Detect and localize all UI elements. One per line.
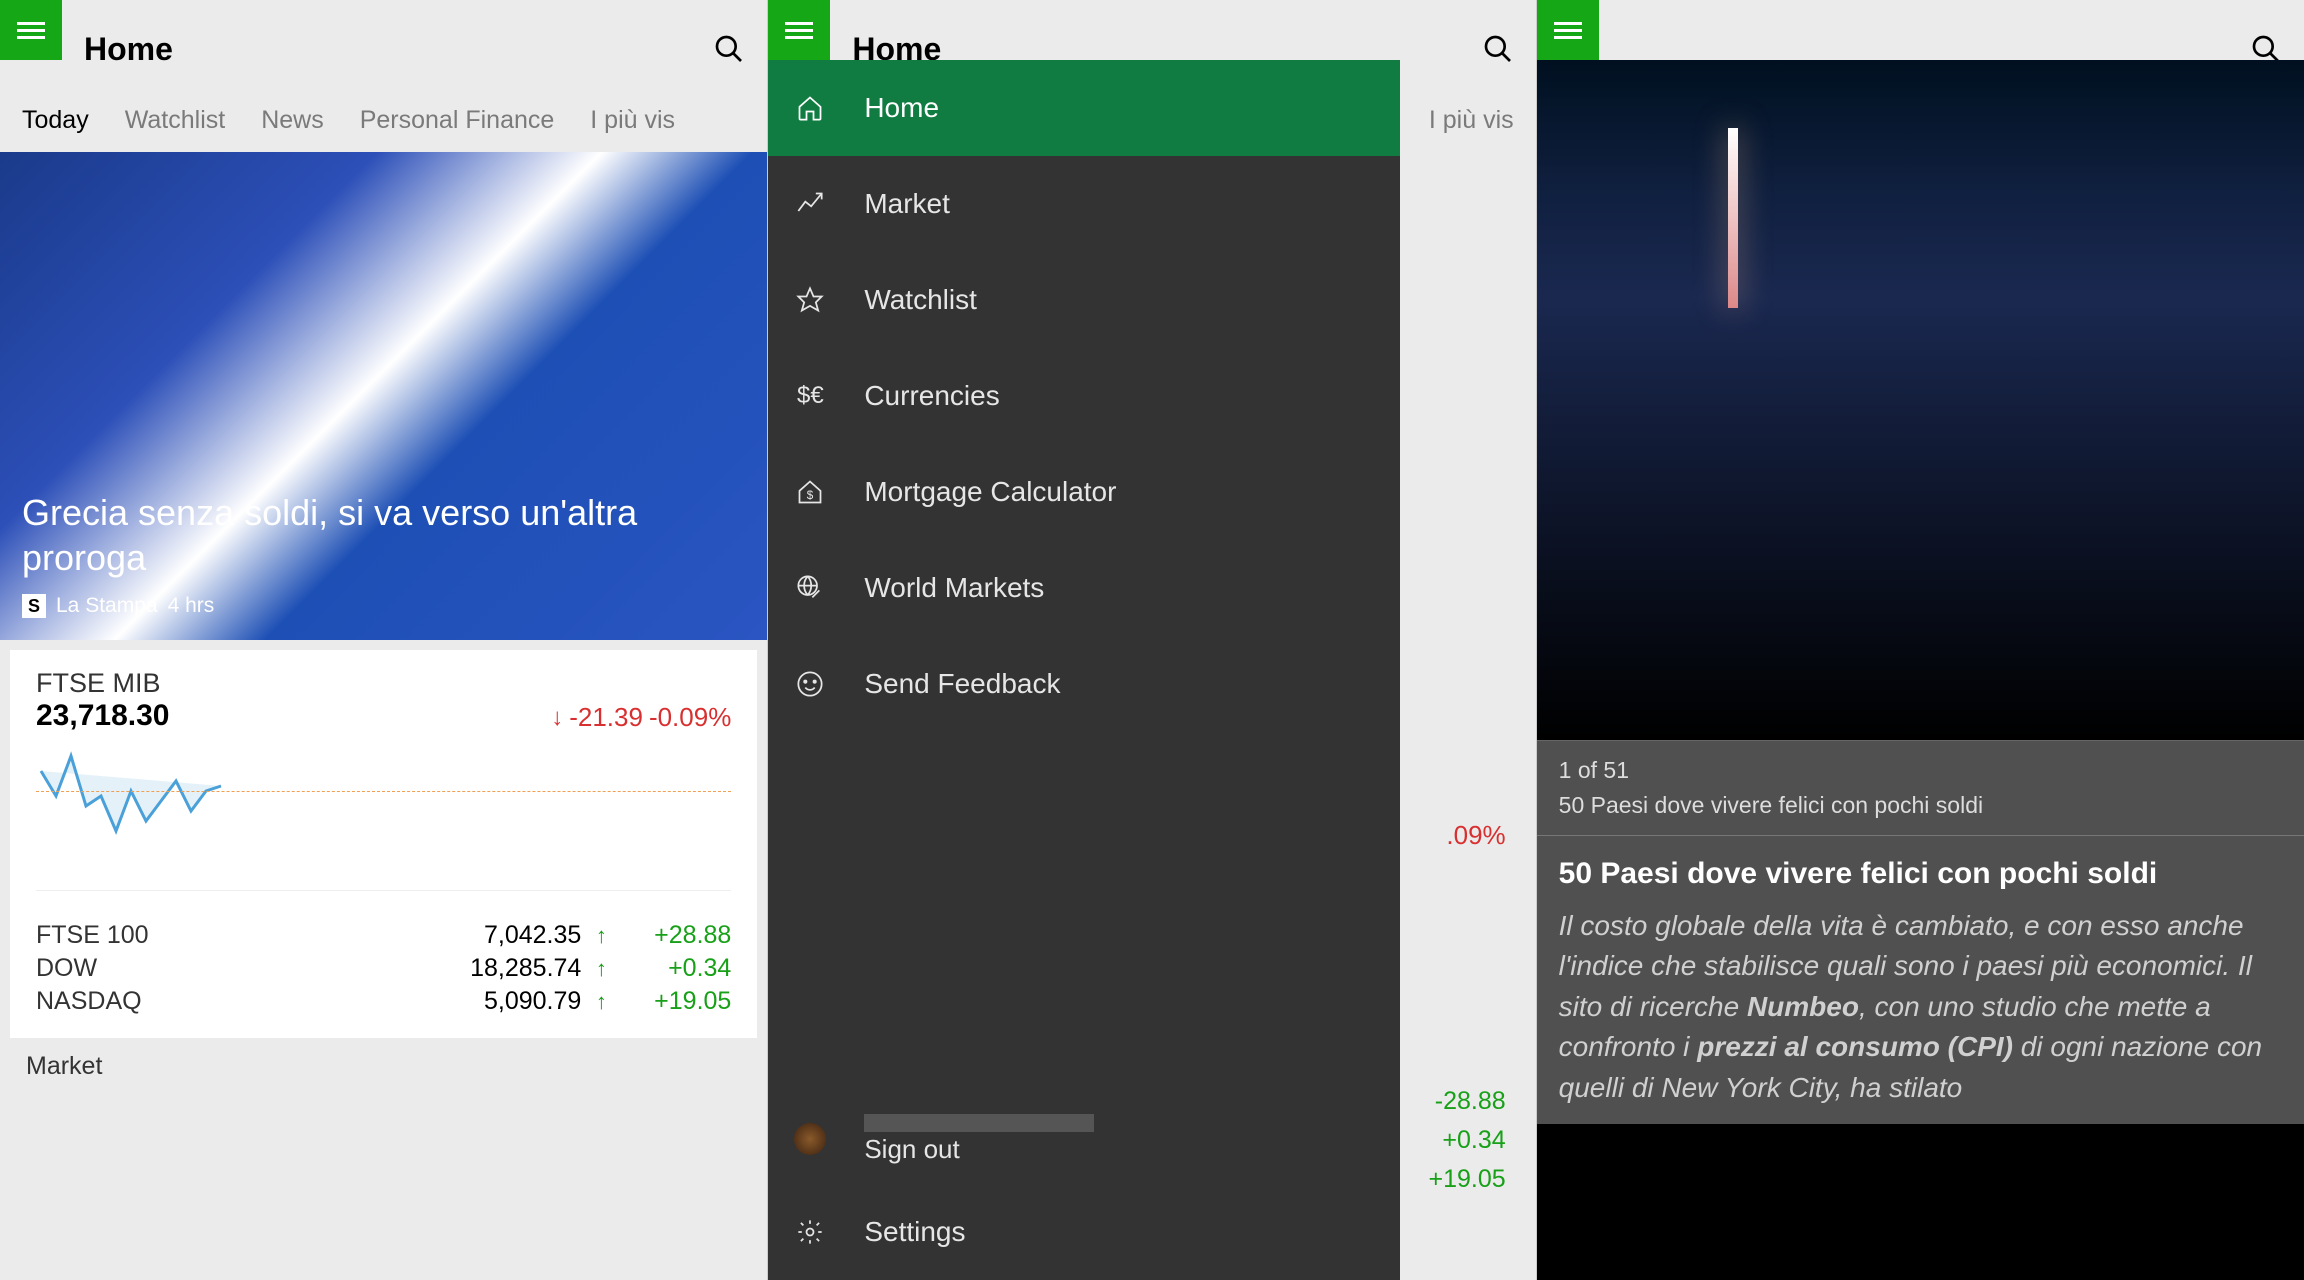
panel-article: 1 of 51 50 Paesi dove vivere felici con … [1537,0,2304,1280]
sidebar-item-feedback[interactable]: Send Feedback [768,636,1400,732]
article-title: 50 Paesi dove vivere felici con pochi so… [1559,852,2282,896]
sidebar-user[interactable]: Sign out [768,1094,1400,1184]
article-subtitle: 50 Paesi dove vivere felici con pochi so… [1559,792,2282,819]
panel-home: Home Today Watchlist News Personal Finan… [0,0,768,1280]
sidebar-item-label: Send Feedback [864,668,1060,700]
article-meta: 1 of 51 50 Paesi dove vivere felici con … [1537,740,2304,835]
market-row[interactable]: FTSE 100 7,042.35 ↑ +28.88 [36,921,731,950]
section-label: Market [0,1038,767,1081]
sidebar-item-label: Mortgage Calculator [864,476,1116,508]
header: Home [0,0,767,98]
sparkline [36,741,731,891]
sidebar-item-label: Watchlist [864,284,977,316]
source-icon: S [22,594,46,618]
sidebar-item-label: Currencies [864,380,999,412]
tab-news[interactable]: News [261,106,324,135]
arrow-up-icon: ↑ [581,956,621,982]
sidebar-item-label: Market [864,188,950,220]
hamburger-button[interactable] [0,0,62,60]
arrow-up-icon: ↑ [581,923,621,949]
star-icon [794,284,826,316]
peek-change: .09% [1446,820,1505,851]
currency-icon: $€ [794,380,826,412]
tab-bar: Today Watchlist News Personal Finance I … [0,98,767,152]
content-peek: .09% -28.88 +0.34 +19.05 [1400,152,1535,1280]
sidebar-item-mortgage[interactable]: $ Mortgage Calculator [768,444,1400,540]
home-icon [794,92,826,124]
article-paragraph: Il costo globale della vita è cambiato, … [1559,906,2282,1109]
market-name: FTSE MIB [36,668,169,699]
search-icon[interactable] [1482,33,1514,65]
market-value: 23,718.30 [36,699,169,733]
sidebar-item-currencies[interactable]: $€ Currencies [768,348,1400,444]
sidebar: Home Market Watchlist $€ Currencies $ Mo… [768,60,1400,1280]
hero-source: La Stampa [56,594,158,618]
sidebar-item-settings[interactable]: Settings [768,1184,1400,1280]
sign-out-label: Sign out [864,1134,1094,1165]
sidebar-item-world-markets[interactable]: World Markets [768,540,1400,636]
tab-today[interactable]: Today [22,106,89,135]
hamburger-button[interactable] [1537,0,1599,60]
hero-age: 4 hrs [168,594,215,618]
sidebar-item-label: Settings [864,1216,965,1248]
hero-title: Grecia senza soldi, si va verso un'altra… [22,490,673,580]
market-icon [794,188,826,220]
sidebar-item-market[interactable]: Market [768,156,1400,252]
tab-more[interactable]: I più vis [590,106,675,135]
sidebar-item-home[interactable]: Home [768,60,1400,156]
market-head: FTSE MIB 23,718.30 ↓ -21.39 -0.09% [36,668,731,733]
hero-meta: S La Stampa 4 hrs [22,594,745,618]
arrow-up-icon: ↑ [581,989,621,1015]
market-change: -21.39 [569,702,643,733]
article-text[interactable]: 50 Paesi dove vivere felici con pochi so… [1537,835,2304,1124]
mortgage-icon: $ [794,476,826,508]
market-card[interactable]: FTSE MIB 23,718.30 ↓ -21.39 -0.09% FTSE … [10,650,757,1038]
world-icon [794,572,826,604]
market-change-pct: -0.09% [649,702,731,733]
tab-more-peek[interactable]: I più vis [1429,106,1514,135]
tab-personal-finance[interactable]: Personal Finance [360,106,555,135]
tab-watchlist[interactable]: Watchlist [125,106,225,135]
user-name-redacted [864,1114,1094,1132]
gear-icon [794,1216,826,1248]
svg-text:$: $ [807,489,814,502]
sidebar-item-watchlist[interactable]: Watchlist [768,252,1400,348]
article-counter: 1 of 51 [1559,757,2282,784]
search-icon[interactable] [713,33,745,65]
feedback-icon [794,668,826,700]
article-image[interactable] [1537,60,2304,740]
page-title: Home [84,31,173,68]
hero-story[interactable]: Grecia senza soldi, si va verso un'altra… [0,152,767,640]
market-row[interactable]: DOW 18,285.74 ↑ +0.34 [36,954,731,983]
avatar [794,1123,826,1155]
market-row[interactable]: NASDAQ 5,090.79 ↑ +19.05 [36,987,731,1016]
arrow-down-icon: ↓ [551,704,563,732]
peek-rows: -28.88 +0.34 +19.05 [1428,1082,1505,1198]
hamburger-button[interactable] [768,0,830,60]
market-rows: FTSE 100 7,042.35 ↑ +28.88 DOW 18,285.74… [36,921,731,1016]
sidebar-item-label: World Markets [864,572,1044,604]
article-body-container: 1 of 51 50 Paesi dove vivere felici con … [1537,60,2304,1280]
panel-menu: Home tra .09% -28.88 +0.34 +19.05 x I pi… [768,0,1536,1280]
sidebar-item-label: Home [864,92,939,124]
